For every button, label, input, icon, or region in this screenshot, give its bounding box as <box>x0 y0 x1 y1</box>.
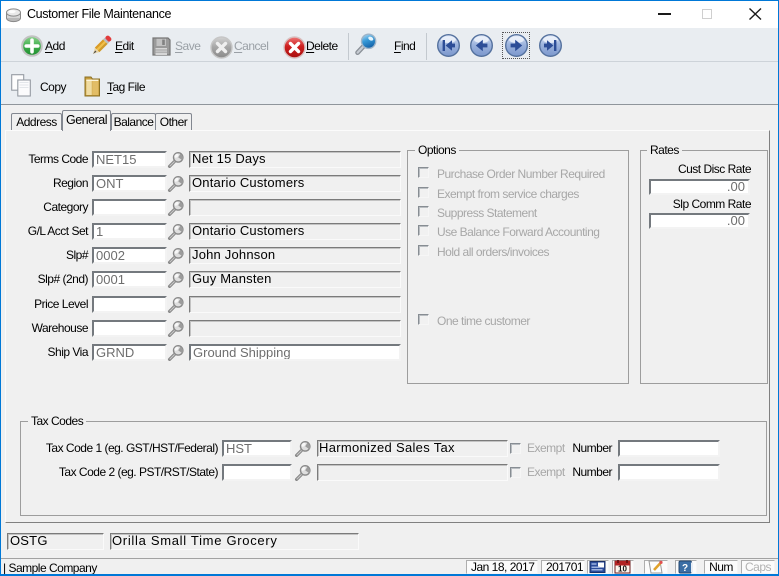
svg-text:10: 10 <box>618 565 627 574</box>
svg-text:?: ? <box>682 563 688 574</box>
